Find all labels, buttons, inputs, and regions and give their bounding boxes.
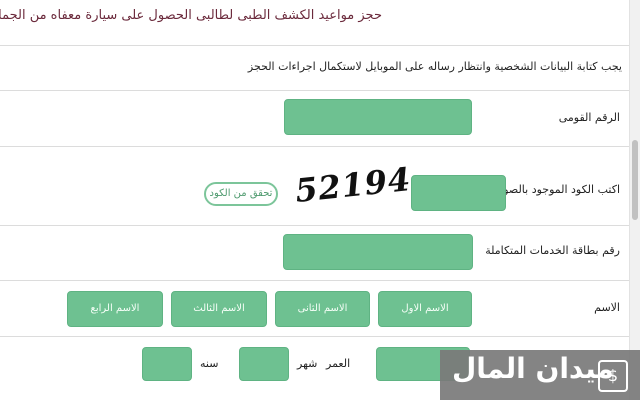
- captcha-input[interactable]: [411, 175, 506, 211]
- instructions-text: يجب كتابة البيانات الشخصية وانتظار رساله…: [247, 60, 622, 73]
- booking-form-page: حجز مواعيد الكشف الطبى لطالبى الحصول على…: [0, 0, 630, 400]
- instructions-row: يجب كتابة البيانات الشخصية وانتظار رساله…: [0, 46, 630, 91]
- year-input[interactable]: [142, 347, 192, 381]
- second-name-input[interactable]: الاسم الثانى: [275, 291, 370, 327]
- national-id-row: الرقم القومى: [0, 91, 630, 147]
- fourth-name-input[interactable]: الاسم الرابع: [67, 291, 163, 327]
- national-id-label: الرقم القومى: [558, 111, 620, 124]
- page-title: حجز مواعيد الكشف الطبى لطالبى الحصول على…: [0, 8, 382, 23]
- watermark-text: ميدان المال: [452, 352, 614, 385]
- age-label: العمر: [326, 357, 351, 370]
- first-name-input[interactable]: الاسم الاول: [378, 291, 472, 327]
- scrollbar-thumb[interactable]: [632, 140, 638, 220]
- month-label: شهر: [297, 357, 318, 370]
- dollar-card-icon: $: [598, 360, 628, 392]
- verify-code-button[interactable]: تحقق من الكود: [204, 182, 278, 206]
- header-row: حجز مواعيد الكشف الطبى لطالبى الحصول على…: [0, 0, 630, 46]
- month-input[interactable]: [239, 347, 289, 381]
- third-name-input[interactable]: الاسم الثالث: [171, 291, 267, 327]
- captcha-label: اكتب الكود الموجود بالصورة: [492, 183, 620, 196]
- services-card-label: رقم بطاقة الخدمات المتكاملة: [485, 244, 620, 257]
- services-card-input[interactable]: [283, 234, 473, 270]
- name-row: الاسم الاسم الاول الاسم الثانى الاسم الث…: [0, 281, 630, 337]
- services-card-row: رقم بطاقة الخدمات المتكاملة: [0, 226, 630, 281]
- national-id-input[interactable]: [284, 99, 472, 135]
- vertical-scrollbar[interactable]: [629, 0, 640, 400]
- year-label: سنه: [200, 357, 219, 370]
- name-label: الاسم: [594, 301, 620, 314]
